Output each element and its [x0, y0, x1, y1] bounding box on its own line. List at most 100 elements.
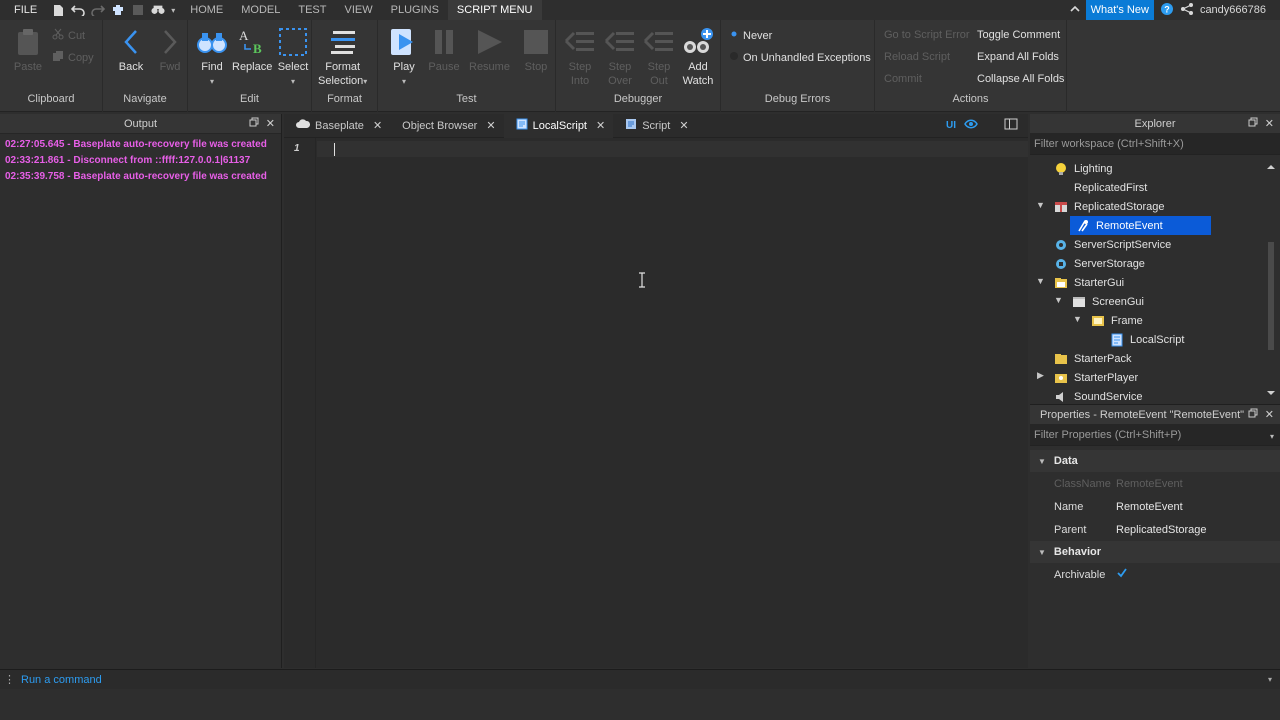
tree-item-replicatedstorage[interactable]: ReplicatedStorage: [1054, 197, 1165, 216]
command-history-dropdown-icon[interactable]: ▾: [1268, 675, 1272, 684]
property-parent[interactable]: Parent ReplicatedStorage: [1030, 518, 1280, 541]
stop-button[interactable]: Stop: [520, 26, 552, 74]
expand-arrow-icon[interactable]: ▶: [1037, 370, 1044, 381]
close-icon[interactable]: ✕: [1265, 117, 1274, 130]
close-tab-icon[interactable]: ✕: [373, 119, 382, 132]
tree-item-screengui[interactable]: ScreenGui: [1072, 292, 1144, 311]
tree-item-lighting[interactable]: Lighting: [1054, 159, 1113, 178]
command-bar[interactable]: ⋮ Run a command ▾: [0, 669, 1280, 689]
editor-tab-baseplate[interactable]: Baseplate ✕: [284, 114, 390, 138]
tab-script-menu[interactable]: SCRIPT MENU: [447, 0, 542, 20]
add-watch-button[interactable]: Add Watch: [682, 26, 714, 88]
find-button[interactable]: Find ▾: [196, 26, 228, 89]
find-dropdown-icon[interactable]: ▾: [210, 75, 214, 89]
undock-icon[interactable]: [1248, 117, 1258, 130]
select-dropdown-icon[interactable]: ▾: [291, 75, 295, 89]
explorer-scrollbar[interactable]: [1266, 162, 1276, 398]
tab-view[interactable]: VIEW: [336, 0, 382, 20]
collapse-ribbon-icon[interactable]: [1070, 4, 1080, 16]
expand-all-folds-button[interactable]: Expand All Folds: [977, 51, 1059, 63]
tree-item-frame[interactable]: Frame: [1091, 311, 1143, 330]
back-button[interactable]: Back: [115, 26, 147, 74]
tree-item-starterpack[interactable]: StarterPack: [1054, 349, 1131, 368]
username[interactable]: candy666786: [1200, 4, 1266, 16]
plugin-icon[interactable]: [111, 3, 125, 17]
close-icon[interactable]: ✕: [1265, 408, 1274, 421]
undo-icon[interactable]: [71, 3, 86, 17]
tree-item-starterplayer[interactable]: StarterPlayer: [1054, 368, 1138, 387]
name-value-field[interactable]: RemoteEvent: [1116, 501, 1183, 513]
step-out-button[interactable]: Step Out: [643, 26, 675, 88]
help-icon[interactable]: ?: [1160, 2, 1174, 19]
file-menu[interactable]: FILE: [0, 4, 51, 16]
forward-button[interactable]: Fwd: [154, 26, 186, 74]
tab-test[interactable]: TEST: [289, 0, 335, 20]
toggle-panel-icon[interactable]: [1004, 118, 1018, 133]
whats-new-button[interactable]: What's New: [1085, 0, 1154, 20]
properties-filter-input[interactable]: Filter Properties (Ctrl+Shift+P) ▾: [1030, 425, 1280, 446]
code-area[interactable]: [317, 138, 1028, 668]
collapse-arrow-icon[interactable]: ▼: [1073, 314, 1082, 324]
copy-button[interactable]: Copy: [52, 50, 94, 65]
resume-button[interactable]: Resume: [469, 26, 510, 74]
behavior-category[interactable]: ▼ Behavior: [1030, 541, 1280, 563]
tree-item-startergui[interactable]: StarterGui: [1054, 273, 1124, 292]
tab-plugins[interactable]: PLUGINS: [382, 0, 448, 20]
close-tab-icon[interactable]: ✕: [679, 119, 688, 132]
property-name[interactable]: Name RemoteEvent: [1030, 495, 1280, 518]
tree-item-soundservice[interactable]: SoundService: [1054, 387, 1143, 404]
stop-square-icon[interactable]: [131, 3, 145, 17]
step-into-button[interactable]: Step Into: [564, 26, 596, 88]
tree-item-localscript[interactable]: LocalScript: [1110, 330, 1184, 349]
filter-dropdown-icon[interactable]: ▾: [1270, 432, 1274, 441]
format-selection-button[interactable]: Format Selection▾: [318, 26, 367, 89]
ui-visibility-label[interactable]: UI: [946, 120, 956, 131]
collapse-arrow-icon[interactable]: ▼: [1036, 200, 1045, 210]
close-icon[interactable]: ✕: [266, 117, 275, 130]
collapse-arrow-icon[interactable]: ▼: [1054, 295, 1063, 305]
tree-item-remoteevent[interactable]: RemoteEvent: [1070, 216, 1211, 235]
play-button[interactable]: Play ▾: [388, 26, 420, 89]
collapse-all-folds-button[interactable]: Collapse All Folds: [977, 73, 1064, 85]
team-create-icon[interactable]: [151, 3, 165, 17]
property-archivable[interactable]: Archivable: [1030, 563, 1280, 586]
cut-button[interactable]: Cut: [52, 28, 85, 43]
tab-model[interactable]: MODEL: [232, 0, 289, 20]
step-over-button[interactable]: Step Over: [604, 26, 636, 88]
commit-button[interactable]: Commit: [884, 73, 922, 85]
tree-item-serverscriptservice[interactable]: ServerScriptService: [1054, 235, 1171, 254]
undock-icon[interactable]: [249, 117, 259, 130]
go-to-script-error-button[interactable]: Go to Script Error: [884, 29, 970, 41]
toggle-comment-button[interactable]: Toggle Comment: [977, 29, 1060, 41]
replace-button[interactable]: AB Replace: [232, 26, 272, 74]
command-input[interactable]: Run a command: [21, 674, 102, 686]
play-dropdown-icon[interactable]: ▾: [402, 75, 406, 89]
reload-script-button[interactable]: Reload Script: [884, 51, 950, 63]
on-unhandled-exceptions-radio[interactable]: On Unhandled Exceptions: [729, 51, 871, 64]
undock-icon[interactable]: [1248, 408, 1258, 421]
share-icon[interactable]: [1180, 2, 1194, 19]
parent-value-field[interactable]: ReplicatedStorage: [1116, 524, 1207, 536]
format-dropdown-icon[interactable]: ▾: [363, 77, 367, 86]
quick-access-dropdown-icon[interactable]: ▾: [171, 6, 175, 15]
eye-icon[interactable]: [964, 119, 978, 132]
redo-icon[interactable]: [91, 3, 106, 17]
archivable-checkbox[interactable]: [1116, 567, 1128, 582]
never-radio[interactable]: Never: [729, 29, 772, 42]
editor-tab-script[interactable]: Script ✕: [613, 114, 696, 138]
close-tab-icon[interactable]: ✕: [486, 119, 495, 132]
select-button[interactable]: Select ▾: [277, 26, 309, 89]
editor-tab-localscript[interactable]: LocalScript ✕: [503, 113, 614, 138]
new-file-icon[interactable]: [51, 3, 65, 17]
clipboard-group-label: Clipboard: [27, 93, 75, 105]
paste-button[interactable]: Paste: [12, 26, 44, 74]
collapse-arrow-icon[interactable]: ▼: [1036, 276, 1045, 286]
pause-button[interactable]: Pause: [428, 26, 460, 74]
tree-item-serverstorage[interactable]: ServerStorage: [1054, 254, 1145, 273]
tab-home[interactable]: HOME: [181, 0, 232, 20]
tree-item-replicatedfirst[interactable]: ReplicatedFirst: [1054, 178, 1147, 197]
editor-tab-object-browser[interactable]: Object Browser ✕: [390, 114, 503, 138]
close-tab-icon[interactable]: ✕: [596, 119, 605, 132]
explorer-filter-input[interactable]: Filter workspace (Ctrl+Shift+X): [1030, 134, 1280, 155]
data-category[interactable]: ▼ Data: [1030, 450, 1280, 472]
